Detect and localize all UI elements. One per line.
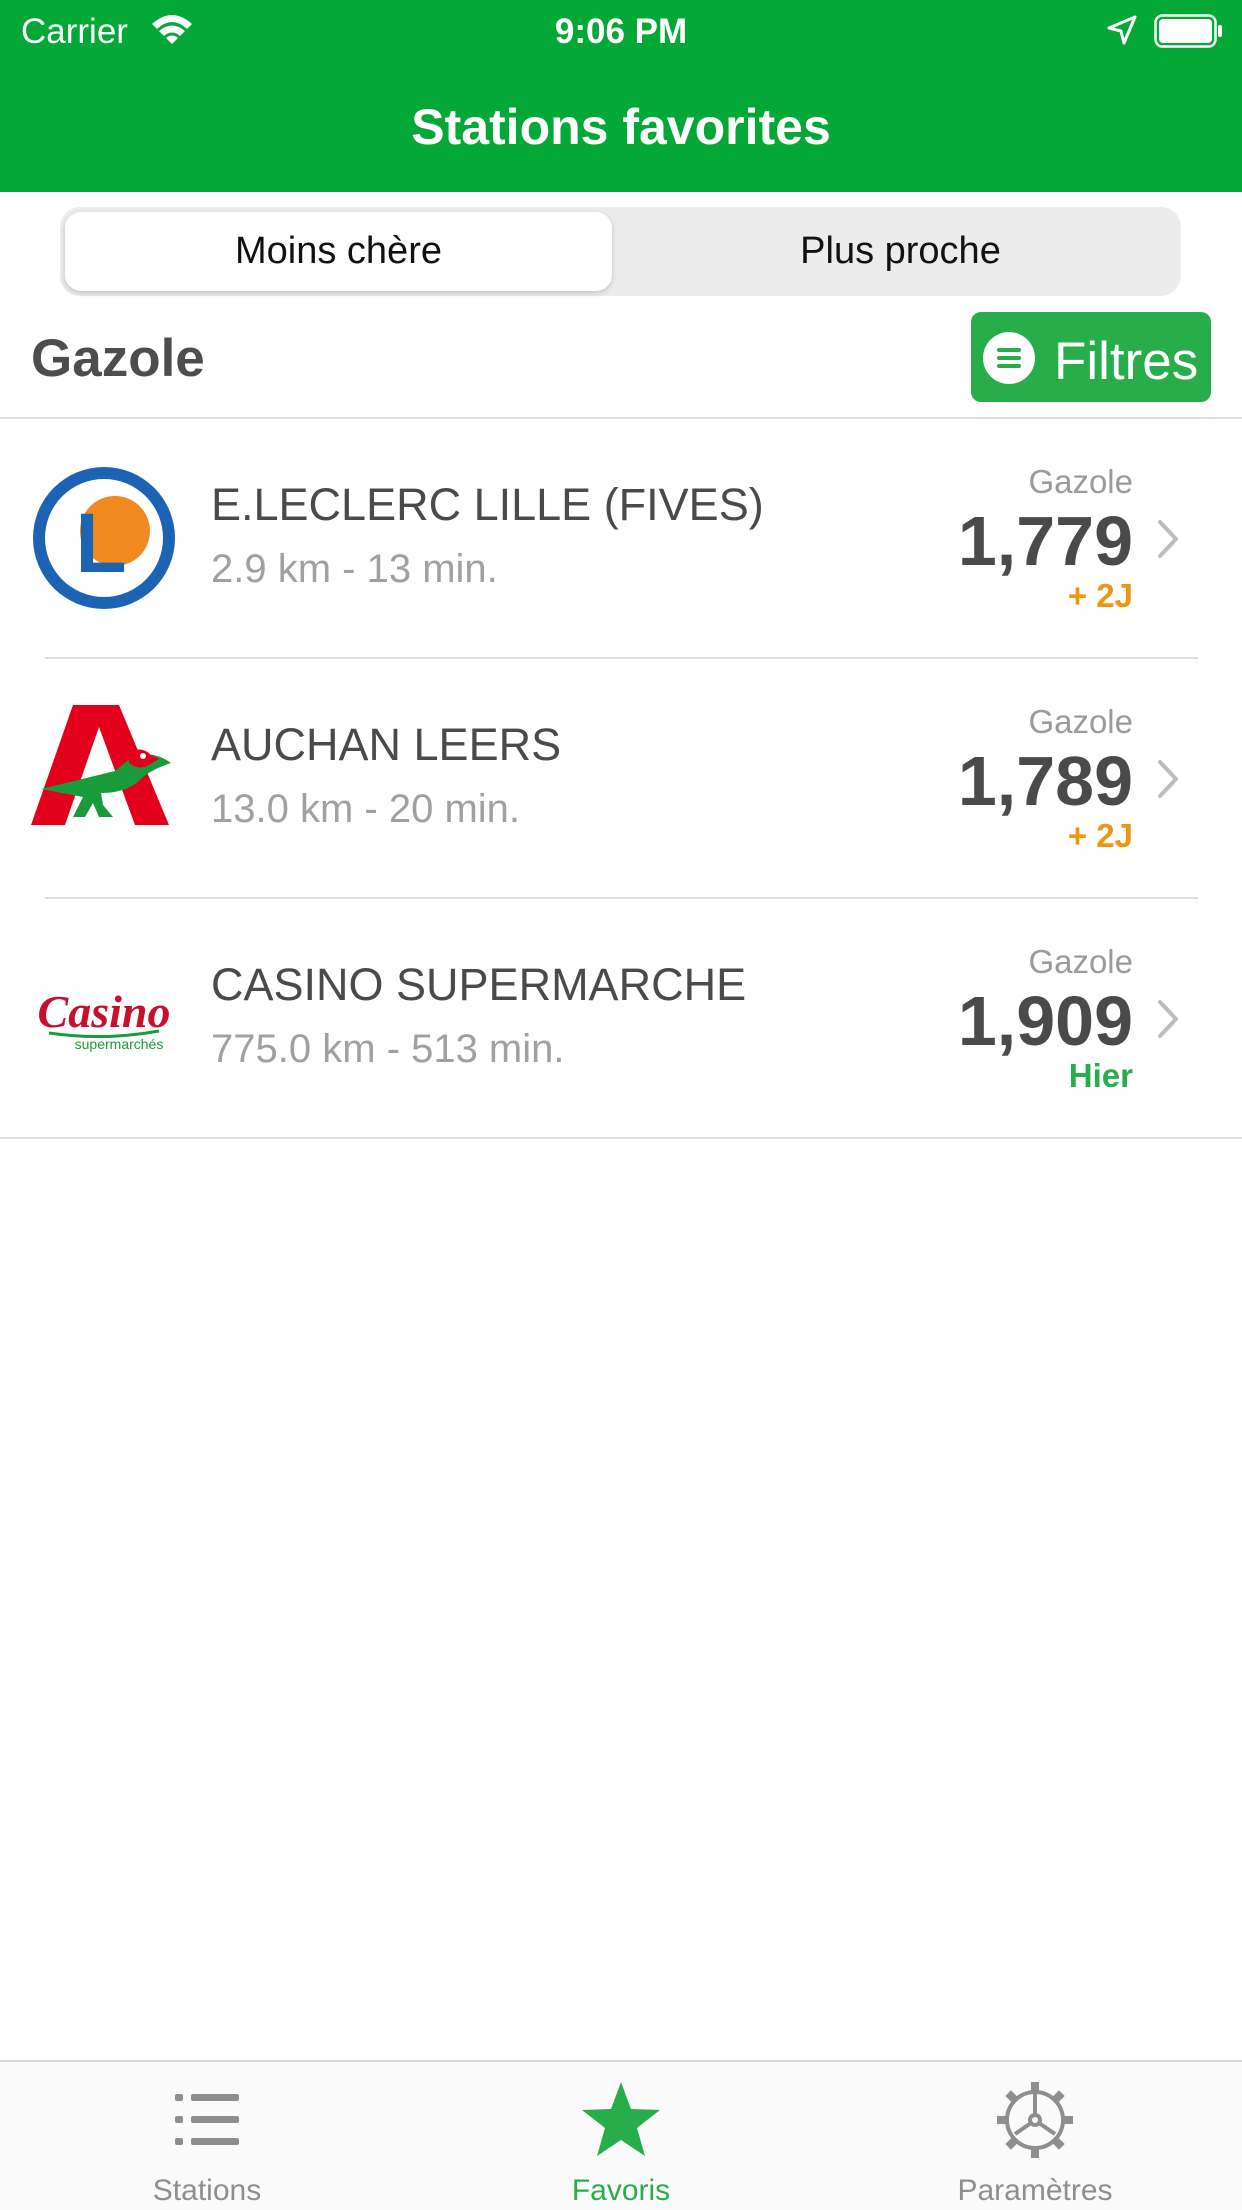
station-distance: 775.0 km - 513 min. xyxy=(211,1027,565,1071)
casino-logo: Casino supermarchés xyxy=(38,986,171,1052)
status-bar: Carrier 9:06 PM xyxy=(0,0,1242,62)
battery-icon xyxy=(1154,14,1222,48)
station-distance: 13.0 km - 20 min. xyxy=(211,787,521,831)
station-row[interactable]: Casino supermarchés CASINO SUPERMARCHE 7… xyxy=(0,899,1242,1139)
tab-favoris[interactable]: Favoris xyxy=(414,2062,828,2210)
row-divider xyxy=(0,1137,1242,1139)
tab-stations-label: Stations xyxy=(152,2174,262,2207)
station-name: CASINO SUPERMARCHE xyxy=(211,959,747,1010)
chevron-right-icon xyxy=(1158,760,1178,798)
gear-icon xyxy=(997,2082,1073,2158)
price-value: 1,909 xyxy=(957,982,1133,1060)
price-value: 1,779 xyxy=(957,502,1133,580)
star-icon xyxy=(582,2082,660,2156)
location-arrow-icon xyxy=(1107,15,1137,45)
station-row[interactable]: L E.LECLERC LILLE (FIVES) 2.9 km - 13 mi… xyxy=(0,419,1242,659)
price-fuel-label: Gazole xyxy=(1028,703,1133,740)
sort-segmented-control: Moins chère Plus proche xyxy=(60,207,1181,296)
status-time: 9:06 PM xyxy=(554,12,688,51)
filters-button[interactable]: Filtres xyxy=(971,312,1211,402)
navigation-header: Carrier 9:06 PM Stations favorites xyxy=(0,0,1242,192)
tab-stations[interactable]: Stations xyxy=(0,2062,414,2210)
tab-bar: Stations Favoris Paramètres xyxy=(0,2060,1242,2210)
leclerc-logo: L xyxy=(33,467,175,609)
price-age: + 2J xyxy=(1067,817,1133,854)
auchan-logo xyxy=(31,705,171,825)
segment-closest[interactable]: Plus proche xyxy=(625,212,1176,291)
station-name: AUCHAN LEERS xyxy=(211,719,562,770)
price-value: 1,789 xyxy=(957,742,1133,820)
tab-favoris-label: Favoris xyxy=(571,2174,671,2207)
tab-parametres-label: Paramètres xyxy=(957,2174,1113,2207)
casino-logo-tagline: supermarchés xyxy=(75,1036,164,1052)
filters-label: Filtres xyxy=(1054,332,1199,391)
fuel-type-label: Gazole xyxy=(31,329,205,388)
filter-list-icon xyxy=(983,332,1035,384)
price-fuel-label: Gazole xyxy=(1028,943,1133,980)
segment-cheapest[interactable]: Moins chère xyxy=(65,212,612,291)
station-distance: 2.9 km - 13 min. xyxy=(211,547,498,591)
leclerc-logo-letter: L xyxy=(75,496,126,590)
price-fuel-label: Gazole xyxy=(1028,463,1133,500)
price-age: Hier xyxy=(1068,1057,1133,1094)
page-title: Stations favorites xyxy=(411,99,831,155)
chevron-right-icon xyxy=(1158,1000,1178,1038)
list-icon xyxy=(175,2094,239,2145)
price-age: + 2J xyxy=(1067,577,1133,614)
station-row[interactable]: AUCHAN LEERS 13.0 km - 20 min. Gazole 1,… xyxy=(0,659,1242,899)
casino-logo-wordmark: Casino xyxy=(38,986,171,1037)
station-name: E.LECLERC LILLE (FIVES) xyxy=(211,479,764,530)
tab-parametres[interactable]: Paramètres xyxy=(828,2062,1242,2210)
chevron-right-icon xyxy=(1158,520,1178,558)
